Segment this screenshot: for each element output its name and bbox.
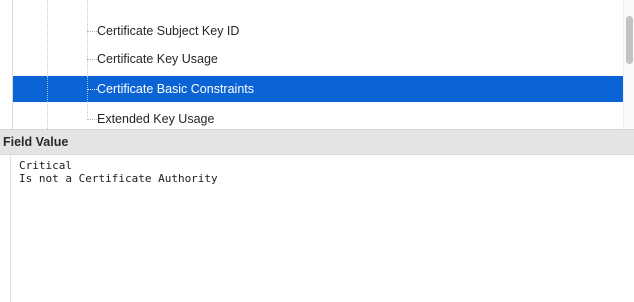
tree-connector [87,119,97,120]
certificate-details-window: Certificate Subject Key ID Certificate K… [0,0,634,302]
tree-row-label: Certificate Subject Key ID [97,24,240,38]
field-value-header: Field Value [0,129,634,155]
tree-connector [87,59,97,60]
tree-row-label: Certificate Key Usage [97,52,218,66]
tree-row-basic-constraints[interactable]: Certificate Basic Constraints [13,76,624,102]
scrollbar-thumb[interactable] [626,16,633,64]
tree-row-subject-key-id[interactable]: Certificate Subject Key ID [13,18,624,44]
field-value-title: Field Value [3,135,69,149]
tree-scrollbar[interactable] [623,0,634,129]
tree-row-key-usage[interactable]: Certificate Key Usage [13,46,624,72]
field-value-line: Is not a Certificate Authority [19,172,218,185]
tree-connector [87,89,97,90]
tree-connector [87,31,97,32]
tree-row-label: Certificate Basic Constraints [97,82,255,96]
tree-guide-line [47,76,48,102]
certificate-field-tree[interactable]: Certificate Subject Key ID Certificate K… [12,0,624,129]
tree-row-extended-key-usage[interactable]: Extended Key Usage [13,106,624,129]
field-value-line: Critical [19,159,72,172]
field-value-text-area[interactable]: Critical Is not a Certificate Authority [10,155,634,302]
tree-row-label: Extended Key Usage [97,112,215,126]
